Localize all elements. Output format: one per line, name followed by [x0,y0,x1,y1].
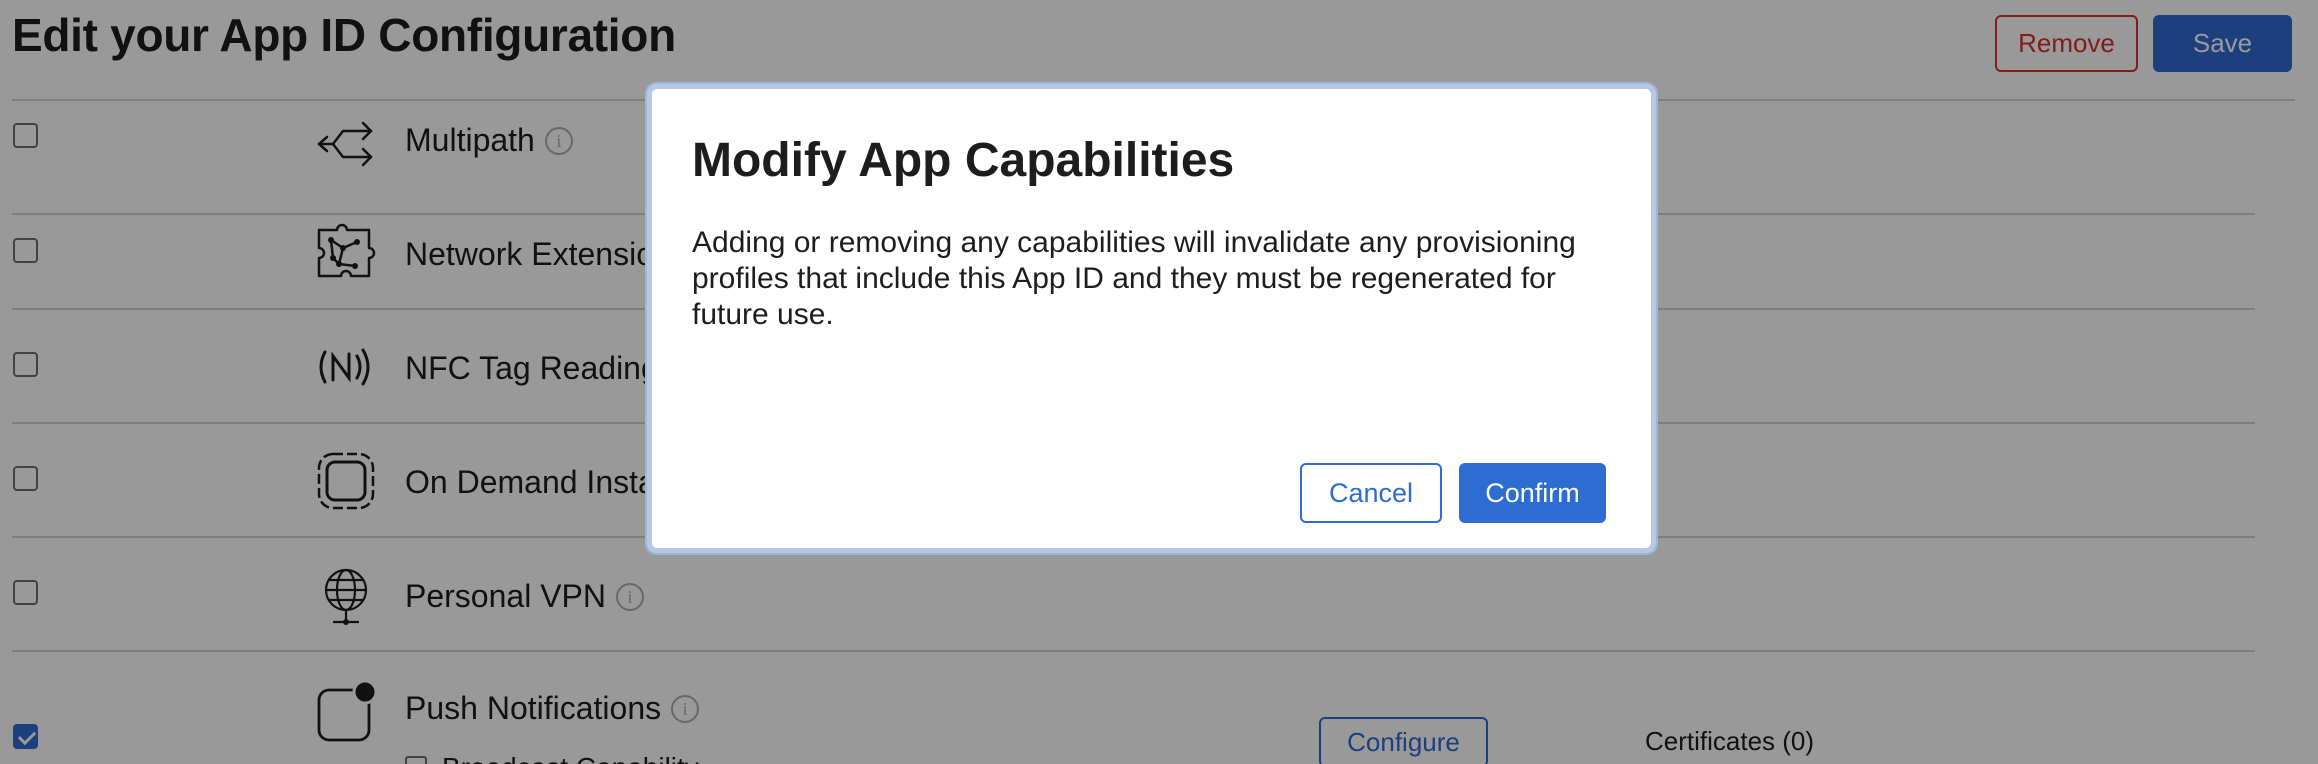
dialog-title: Modify App Capabilities [692,134,1235,187]
dialog-message: Adding or removing any capabilities will… [692,226,1576,331]
confirm-button[interactable]: Confirm [1459,463,1606,523]
cancel-button[interactable]: Cancel [1300,463,1442,523]
modify-capabilities-dialog: Modify App Capabilities Adding or removi… [647,84,1656,553]
